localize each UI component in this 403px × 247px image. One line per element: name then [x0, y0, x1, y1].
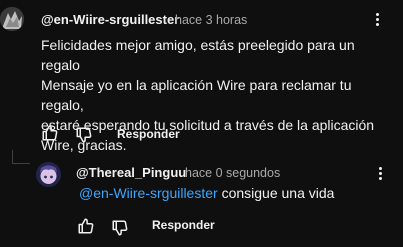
comment-line: Wire, gracias.	[41, 137, 127, 153]
reply-button[interactable]: Responder	[152, 218, 215, 232]
thumbs-down-icon[interactable]	[75, 126, 93, 144]
comment-line: Mensaje yo en la aplicación Wire para re…	[41, 77, 352, 113]
reply-timestamp[interactable]: hace 0 segundos	[185, 166, 280, 180]
more-vert-icon[interactable]	[379, 165, 382, 182]
avatar[interactable]	[36, 162, 61, 187]
comment-line: estaré esperando tu solicitud a través d…	[41, 117, 375, 133]
reply-author[interactable]: @Thereal_Pinguu	[76, 165, 186, 180]
avatar[interactable]	[0, 7, 24, 31]
reply-button[interactable]: Responder	[117, 127, 180, 141]
thumbs-up-icon[interactable]	[77, 217, 95, 235]
reply-text: @en-Wiire-srguillester consigue una vida	[79, 183, 334, 203]
mention-link[interactable]: @en-Wiire-srguillester	[79, 185, 218, 201]
comment-text: Felicidades mejor amigo, estás preelegid…	[41, 35, 391, 155]
thread-line	[12, 163, 30, 164]
comment-author[interactable]: @en-Wiire-srguillester	[41, 12, 179, 27]
thumbs-down-icon[interactable]	[111, 219, 129, 237]
thumbs-up-icon[interactable]	[41, 124, 59, 142]
comment-line: Felicidades mejor amigo, estás preelegid…	[41, 37, 355, 73]
thread-line	[12, 150, 13, 164]
more-vert-icon[interactable]	[376, 11, 379, 28]
reply-body: consigue una vida	[221, 185, 335, 201]
comment-timestamp[interactable]: hace 3 horas	[175, 13, 247, 27]
